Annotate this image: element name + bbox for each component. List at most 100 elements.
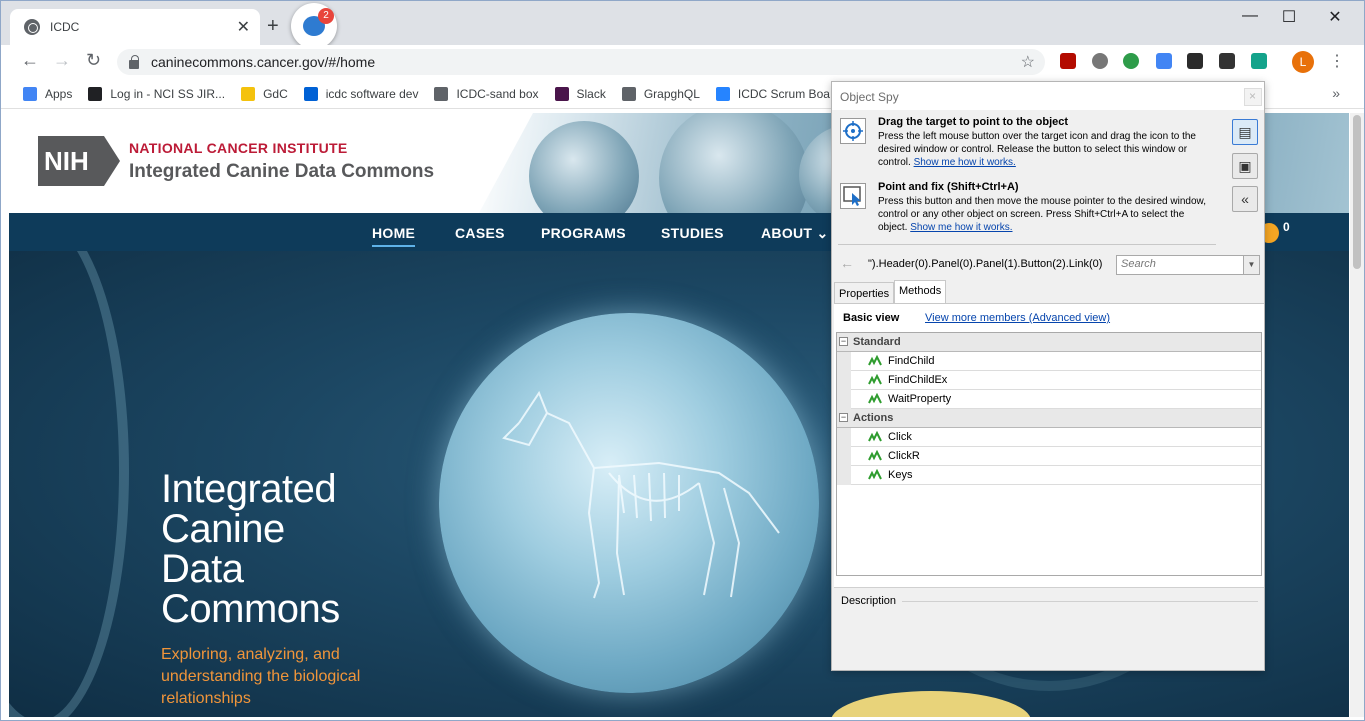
drag-description: Press the left mouse button over the tar…	[878, 130, 1216, 169]
collapse-toggle-icon[interactable]: −	[839, 337, 848, 346]
lock-icon	[129, 54, 139, 69]
bookmark-label: Apps	[45, 86, 73, 101]
path-back-icon[interactable]: ←	[840, 255, 854, 271]
bookmark-item[interactable]: Log in - NCI SS JIR...	[88, 86, 226, 101]
search-dropdown-icon[interactable]: ▼	[1244, 255, 1260, 275]
bookmark-label: Slack	[576, 86, 606, 101]
method-label: WaitProperty	[888, 393, 952, 405]
bookmark-label: Log in - NCI SS JIR...	[110, 86, 226, 101]
forward-button[interactable]: →	[53, 50, 71, 71]
rings-extension-icon[interactable]	[1123, 53, 1139, 69]
bookmark-label: ICDC Scrum Boa	[737, 86, 830, 101]
globe-icon	[24, 19, 40, 35]
object-tree-icon[interactable]: ▤	[1232, 119, 1258, 145]
point-how-link[interactable]: Show me how it works.	[910, 222, 1012, 233]
point-heading: Point and fix (Shift+Ctrl+A)	[878, 181, 1019, 193]
close-window-button[interactable]: ✕	[1312, 7, 1358, 27]
description-pane: Description	[834, 587, 1264, 669]
hero-title-line: Commons	[161, 587, 340, 631]
profile-avatar[interactable]: L	[1292, 51, 1314, 73]
highlight-object-icon[interactable]: ▣	[1232, 153, 1258, 179]
bookmark-label: ICDC-sand box	[456, 86, 539, 101]
method-label: ClickR	[888, 450, 920, 462]
point-description: Press this button and then move the mous…	[878, 195, 1216, 234]
address-bar[interactable]: caninecommons.cancer.gov/#/home ☆	[117, 49, 1045, 75]
member-search-input[interactable]: Search	[1116, 255, 1244, 275]
reload-button[interactable]: ↻	[86, 50, 101, 71]
basic-view-label: Basic view	[843, 312, 900, 324]
point-and-fix-icon[interactable]	[840, 183, 866, 209]
nav-about[interactable]: ABOUT ⌄	[761, 225, 829, 242]
tab-strip: ICDC ✕ + 2 — ☐ ✕	[1, 1, 1364, 49]
dog-skeleton-globe	[439, 313, 819, 693]
bookmark-item[interactable]: ICDC-sand box	[434, 86, 539, 101]
scrollbar-thumb[interactable]	[1353, 115, 1361, 269]
bookmark-item[interactable]: icdc software dev	[303, 86, 418, 101]
folder-icon	[241, 86, 256, 101]
bookmarks-overflow-icon[interactable]: »	[1332, 85, 1340, 101]
method-row[interactable]: FindChildEx	[837, 371, 1261, 390]
institute-name: NATIONAL CANCER INSTITUTE	[129, 140, 348, 156]
teal-extension-icon[interactable]	[1251, 53, 1267, 69]
bookmark-item[interactable]: Slack	[554, 86, 606, 101]
row-indent	[837, 466, 851, 485]
cart-count: 0	[1283, 220, 1290, 234]
method-row[interactable]: ClickR	[837, 447, 1261, 466]
bookmark-item[interactable]: GrapghQL	[621, 86, 700, 101]
tab-close-icon[interactable]: ✕	[237, 17, 250, 37]
row-indent	[837, 371, 851, 390]
hero-title-line: Integrated	[161, 467, 337, 511]
back-button[interactable]: ←	[21, 50, 39, 71]
tab-methods[interactable]: Methods	[894, 280, 947, 304]
nav-home[interactable]: HOME	[372, 225, 416, 247]
method-row[interactable]: Keys	[837, 466, 1261, 485]
maximize-button[interactable]: ☐	[1266, 7, 1312, 27]
drag-how-link[interactable]: Show me how it works.	[914, 157, 1016, 168]
page-scrollbar[interactable]	[1350, 113, 1364, 717]
new-tab-button[interactable]: +	[267, 15, 279, 38]
dna-strand-decoration	[9, 251, 129, 717]
pdf-extension-icon[interactable]	[1060, 53, 1076, 69]
nih-logo[interactable]: NIH	[38, 136, 104, 186]
method-row[interactable]: WaitProperty	[837, 390, 1261, 409]
bookmark-item[interactable]: Apps	[23, 86, 73, 101]
method-icon	[868, 469, 882, 480]
object-spy-close-icon[interactable]	[1244, 88, 1262, 106]
nav-cases[interactable]: CASES	[455, 225, 505, 241]
method-label: Keys	[888, 469, 913, 481]
x-extension-icon[interactable]	[1219, 53, 1235, 69]
description-label: Description	[841, 595, 897, 607]
nav-studies[interactable]: STUDIES	[661, 225, 724, 241]
method-icon	[868, 355, 882, 366]
tab-properties[interactable]: Properties	[834, 282, 895, 304]
yellow-card-decoration	[831, 691, 1031, 717]
category-label: Standard	[853, 336, 901, 348]
divider	[838, 244, 1216, 245]
hero-title-line: Data	[161, 547, 244, 591]
bookmark-item[interactable]: ICDC Scrum Boa	[715, 86, 830, 101]
browser-window: ICDC ✕ + 2 — ☐ ✕ ← → ↻ caninecommons.can…	[0, 0, 1365, 721]
slack-icon	[554, 86, 569, 101]
method-category[interactable]: − Actions	[837, 409, 1261, 428]
chat-extension-icon[interactable]: 2	[291, 3, 337, 49]
circle-extension-icon[interactable]	[1092, 53, 1108, 69]
bookmark-star-icon[interactable]: ☆	[1021, 52, 1035, 72]
method-row[interactable]: FindChild	[837, 352, 1261, 371]
nav-programs[interactable]: PROGRAMS	[541, 225, 626, 241]
bookmark-item[interactable]: GdC	[241, 86, 288, 101]
method-category[interactable]: − Standard	[837, 333, 1261, 352]
advanced-view-link[interactable]: View more members (Advanced view)	[925, 312, 1110, 324]
collapse-toggle-icon[interactable]: −	[839, 413, 848, 422]
collapse-panel-button[interactable]: «	[1232, 186, 1258, 212]
drive-extension-icon[interactable]	[1156, 53, 1172, 69]
browser-menu-icon[interactable]: ⋮	[1329, 51, 1345, 71]
selenium-extension-icon[interactable]	[1187, 53, 1203, 69]
method-row[interactable]: Click	[837, 428, 1261, 447]
target-crosshair-icon[interactable]	[840, 118, 866, 144]
tab-icdc[interactable]: ICDC ✕	[10, 9, 260, 45]
apps-grid-icon	[23, 86, 37, 101]
method-label: Click	[888, 431, 912, 443]
method-label: FindChildEx	[888, 374, 948, 386]
cell-image	[659, 113, 809, 213]
category-label: Actions	[853, 412, 894, 424]
